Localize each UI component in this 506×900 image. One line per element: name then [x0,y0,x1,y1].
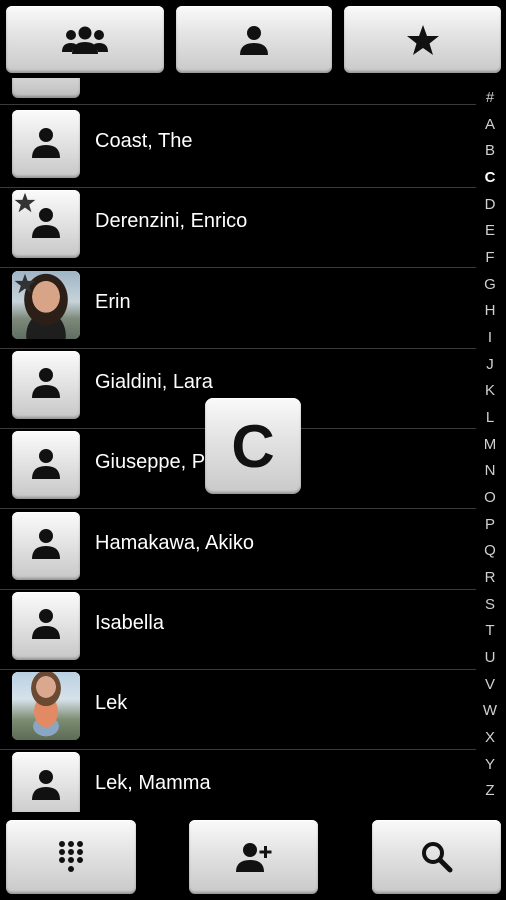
index-letter[interactable]: G [478,275,502,295]
index-letter[interactable]: U [478,648,502,668]
add-contact-button[interactable] [189,820,318,894]
contact-row[interactable]: Erin [0,269,476,349]
person-icon [31,768,61,805]
index-letter[interactable]: X [478,728,502,748]
contact-photo[interactable] [12,672,80,741]
index-letter[interactable]: B [478,141,502,161]
photo-image [12,672,80,741]
index-letter[interactable]: H [478,301,502,321]
index-letter[interactable]: J [478,355,502,375]
contact-avatar[interactable] [12,752,80,812]
add-person-icon [234,842,274,872]
person-icon [31,447,61,484]
contact-name: Erin [95,290,131,313]
letter-popup: C [205,398,301,494]
index-letter[interactable]: # [478,88,502,108]
index-letter[interactable]: Z [478,781,502,801]
contact-photo[interactable] [12,270,80,339]
alphabet-index[interactable]: # A B C D E F G H I J K L M N O P Q R S T U V W X Y Z [478,88,502,808]
index-letter[interactable]: F [478,248,502,268]
contact-row[interactable]: Hamakawa, Akiko [0,510,476,590]
contact-row[interactable]: Lek, Mamma [0,750,476,812]
contact-avatar[interactable] [12,511,80,580]
popup-letter: C [231,412,275,480]
contact-avatar[interactable] [12,591,80,660]
index-letter[interactable]: N [478,461,502,481]
index-letter[interactable]: A [478,115,502,135]
dialpad-button[interactable] [6,820,136,894]
contact-name: Lek [95,692,128,715]
contact-avatar[interactable] [12,350,80,419]
index-letter[interactable]: W [478,701,502,721]
star-icon [406,24,440,56]
contact-row[interactable]: Isabella [0,590,476,670]
search-button[interactable] [372,820,501,894]
index-letter[interactable]: O [478,488,502,508]
tab-favorites[interactable] [344,6,501,73]
contact-avatar[interactable] [12,190,80,259]
index-letter[interactable]: Q [478,541,502,561]
tab-contacts[interactable] [176,6,332,73]
index-letter[interactable]: S [478,595,502,615]
search-icon [421,841,453,873]
star-icon [14,273,36,299]
contact-name: Giuseppe, Pa [95,451,217,474]
contact-row[interactable]: Coast, The [0,108,476,188]
contact-name: Derenzini, Enrico [95,210,248,233]
dialpad-icon [58,840,84,874]
contact-avatar[interactable] [12,431,80,500]
star-icon [14,192,36,218]
index-letter[interactable]: V [478,675,502,695]
avatar-partial [12,78,80,98]
index-letter[interactable]: T [478,621,502,641]
contact-row[interactable]: Lek [0,670,476,751]
contact-avatar[interactable] [12,110,80,178]
contact-name: Hamakawa, Akiko [95,531,254,554]
index-letter[interactable]: E [478,221,502,241]
index-letter[interactable]: D [478,195,502,215]
list-divider [0,104,476,105]
contact-name: Gialdini, Lara [95,370,213,393]
index-letter[interactable]: C [478,168,502,188]
index-letter[interactable]: Y [478,755,502,775]
person-icon [31,366,61,403]
contact-name: Lek, Mamma [95,772,211,795]
contact-name: Isabella [95,611,164,634]
tab-groups[interactable] [6,6,164,73]
index-letter[interactable]: P [478,515,502,535]
person-icon [31,126,61,163]
index-letter[interactable]: I [478,328,502,348]
groups-icon [62,25,108,55]
index-letter[interactable]: R [478,568,502,588]
index-letter[interactable]: L [478,408,502,428]
person-icon [31,607,61,644]
contact-name: Coast, The [95,130,193,152]
index-letter[interactable]: M [478,435,502,455]
person-icon [31,527,61,564]
person-icon [239,25,269,55]
index-letter[interactable]: K [478,381,502,401]
contact-row[interactable]: Derenzini, Enrico [0,188,476,269]
